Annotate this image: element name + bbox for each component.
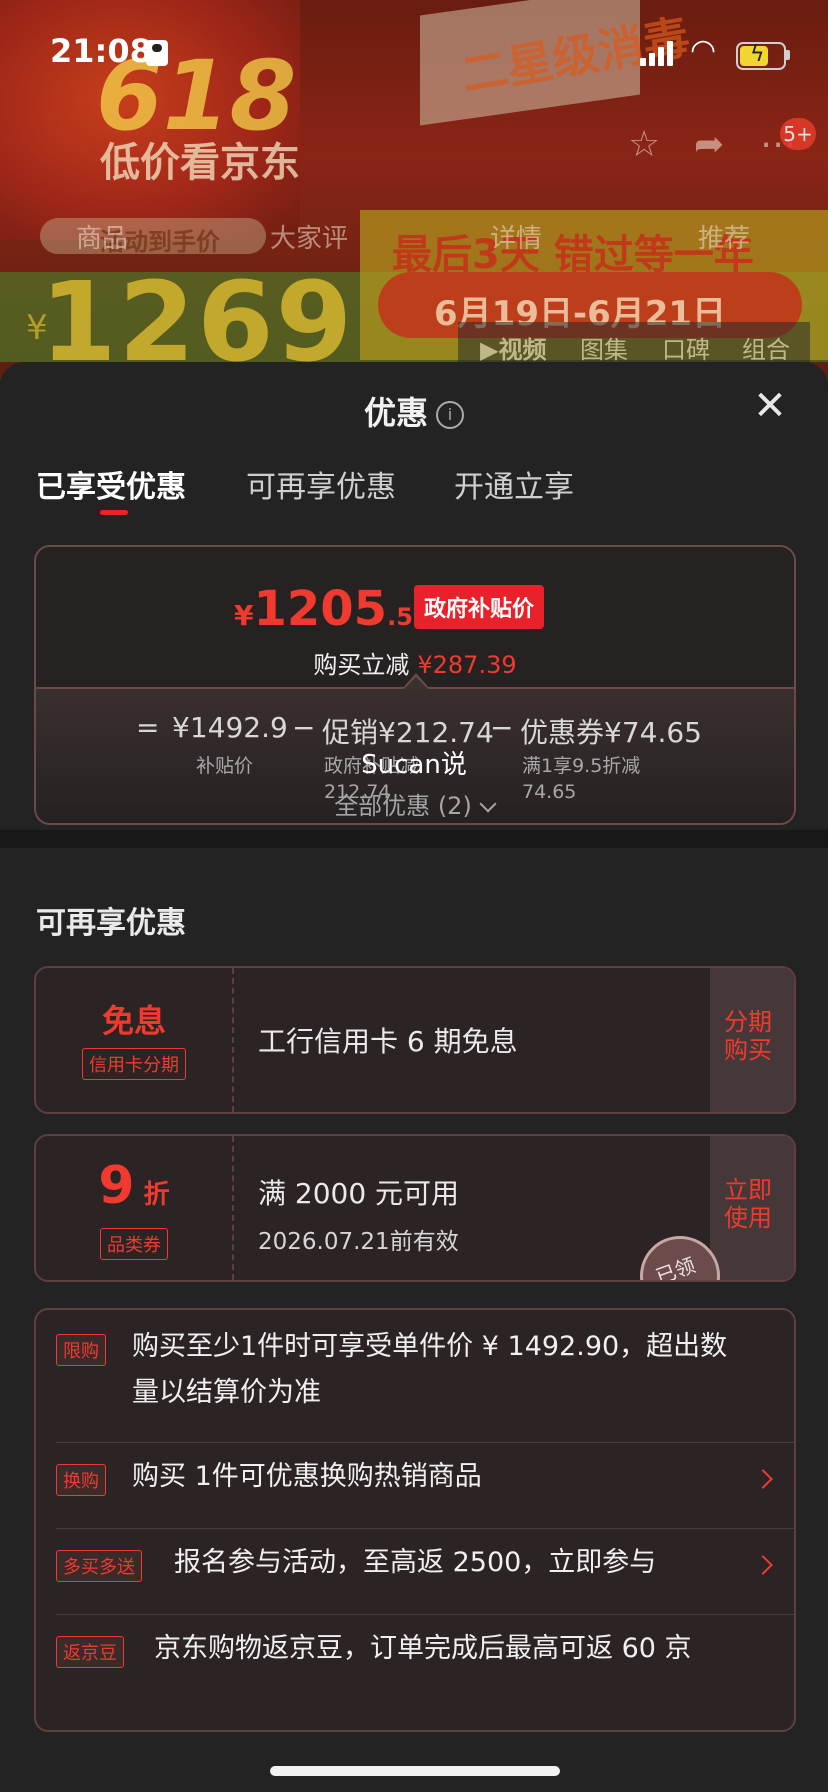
offer-rules-list: 限购 购买至少1件时可享受单件价 ¥ 1492.90，超出数 量以结算价为准 换… bbox=[34, 1308, 796, 1732]
chevron-right-icon bbox=[753, 1469, 773, 1489]
tab-active-indicator bbox=[100, 510, 128, 515]
all-offers-label: 全部优惠 (2) bbox=[334, 792, 472, 820]
rule-text: 购买 1件可优惠换购热销商品 bbox=[132, 1461, 482, 1492]
media-tab-gallery[interactable]: 图集 bbox=[580, 330, 628, 365]
rule-text: 报名参与活动，至高返 2500，立即参与 bbox=[174, 1547, 657, 1578]
all-offers-toggle[interactable]: 全部优惠 (2) bbox=[0, 786, 828, 821]
top-tab-details[interactable]: 详情 bbox=[490, 218, 542, 255]
share-icon[interactable]: ➦ bbox=[694, 124, 724, 165]
section-title: 可再享优惠 bbox=[36, 906, 186, 941]
offer-left-tag-wrap: 信用卡分期 bbox=[36, 1048, 232, 1080]
rule-text-line-2: 量以结算价为准 bbox=[132, 1377, 321, 1408]
discount-unit: 折 bbox=[143, 1180, 170, 1210]
final-price-integer: 1205 bbox=[253, 581, 388, 637]
chevron-down-icon bbox=[479, 795, 497, 813]
discount-value: 9 折 bbox=[36, 1156, 232, 1216]
offer-left-tag-wrap: 品类券 bbox=[36, 1228, 232, 1260]
rule-jd-beans: 返京豆 京东购物返京豆，订单完成后最高可返 60 京 bbox=[56, 1626, 776, 1686]
price-summary-card: ¥1205.51 政府补贴价 购买立减 ¥287.39 = ¥1492.9 − 促… bbox=[34, 545, 796, 825]
summary-top: ¥1205.51 政府补贴价 购买立减 ¥287.39 bbox=[36, 547, 794, 687]
rule-tag: 换购 bbox=[56, 1464, 106, 1496]
formula-equals: = bbox=[136, 711, 160, 744]
battery-icon: ϟ bbox=[736, 42, 786, 70]
final-price-currency: ¥ bbox=[234, 599, 254, 632]
gov-subsidy-tag: 政府补贴价 bbox=[414, 585, 545, 629]
tab-enjoyed[interactable]: 已享受优惠 bbox=[36, 462, 186, 506]
offer-main-text: 满 2000 元可用 bbox=[258, 1177, 460, 1210]
section-separator bbox=[0, 830, 828, 848]
use-now-button[interactable]: 立即使用 bbox=[710, 1136, 794, 1280]
close-button[interactable]: ✕ bbox=[748, 384, 792, 428]
sheet-title-row: 优惠 i bbox=[0, 388, 828, 434]
media-tab-bundle[interactable]: 组合 bbox=[742, 330, 790, 365]
reduction-label: 购买立减 bbox=[313, 651, 410, 679]
media-tab-video[interactable]: ▶视频 bbox=[480, 330, 546, 365]
offer-left-title: 免息 bbox=[101, 1002, 166, 1040]
offers-sheet: 优惠 i ✕ 已享受优惠 可再享优惠 开通立享 ¥1205.51 政府补贴价 购买… bbox=[0, 362, 828, 1792]
top-tab-reviews[interactable]: 大家评 bbox=[270, 218, 348, 255]
use-now-label: 立即使用 bbox=[724, 1176, 772, 1232]
rule-text-line-1: 购买至少1件时可享受单件价 ¥ 1492.90，超出数 bbox=[132, 1331, 728, 1362]
status-bar: 21:08 ◠ ϟ bbox=[0, 0, 828, 100]
claimed-stamp-text: 已领 bbox=[652, 1252, 699, 1282]
chevron-right-icon bbox=[753, 1555, 773, 1575]
rule-tag: 多买多送 bbox=[56, 1550, 142, 1582]
tab-open-now[interactable]: 开通立享 bbox=[454, 462, 574, 506]
rule-text: 京东购物返京豆，订单完成后最高可返 60 京 bbox=[154, 1633, 692, 1664]
formula-minus-1: − bbox=[292, 711, 316, 744]
offer-left-tag: 信用卡分期 bbox=[82, 1048, 186, 1080]
rule-divider bbox=[56, 1614, 794, 1615]
tab-more-offers[interactable]: 可再享优惠 bbox=[246, 462, 396, 506]
top-tab-goods[interactable]: 商品 bbox=[76, 218, 128, 255]
rule-text: 购买至少1件时可享受单件价 ¥ 1492.90，超出数 量以结算价为准 bbox=[132, 1324, 782, 1416]
discount-number: 9 bbox=[98, 1156, 135, 1216]
offer-main-text: 工行信用卡 6 期免息 bbox=[258, 1025, 518, 1058]
offer-card-installment[interactable]: 免息 信用卡分期 工行信用卡 6 期免息 分期购买 bbox=[34, 966, 796, 1114]
rule-exchange[interactable]: 换购 购买 1件可优惠换购热销商品 bbox=[56, 1454, 776, 1514]
offer-expiry: 2026.07.21前有效 bbox=[258, 1229, 459, 1255]
watermark: Sucan说 bbox=[361, 750, 467, 780]
formula-minus-2: − bbox=[490, 711, 514, 744]
offer-left: 免息 信用卡分期 bbox=[36, 968, 232, 1112]
top-tab-recommend[interactable]: 推荐 bbox=[698, 218, 750, 255]
home-indicator bbox=[270, 1766, 560, 1776]
media-tab-reputation[interactable]: 口碑 bbox=[662, 330, 710, 365]
rule-divider bbox=[56, 1528, 794, 1529]
installment-buy-button[interactable]: 分期购买 bbox=[710, 968, 794, 1112]
claimed-stamp: 已领 bbox=[640, 1236, 720, 1282]
rule-limit: 限购 购买至少1件时可享受单件价 ¥ 1492.90，超出数 量以结算价为准 bbox=[56, 1324, 776, 1424]
offer-dash-divider bbox=[232, 1136, 234, 1280]
info-icon[interactable]: i bbox=[436, 401, 464, 429]
offer-card-coupon[interactable]: 9 折 品类券 满 2000 元可用 2026.07.21前有效 立即使用 已领 bbox=[34, 1134, 796, 1282]
status-time: 21:08 bbox=[50, 32, 152, 70]
rule-tag: 限购 bbox=[56, 1334, 106, 1366]
offer-left: 9 折 品类券 bbox=[36, 1136, 232, 1280]
promo-sub-text: 低价看京东 bbox=[100, 140, 300, 186]
wifi-icon: ◠ bbox=[690, 33, 717, 68]
rule-buy-more[interactable]: 多买多送 报名参与活动，至高返 2500，立即参与 bbox=[56, 1540, 776, 1600]
formula-base-price: ¥1492.9 bbox=[172, 711, 288, 744]
final-price: ¥1205.51 bbox=[234, 581, 430, 637]
id-card-icon bbox=[146, 40, 168, 66]
battery-tip bbox=[786, 50, 790, 60]
message-badge: 5+ bbox=[780, 118, 816, 150]
reduction-amount: ¥287.39 bbox=[417, 651, 517, 679]
divider-notch-inner bbox=[404, 677, 428, 689]
rule-divider bbox=[56, 1442, 794, 1443]
cellular-signal-icon bbox=[640, 40, 676, 66]
installment-buy-label: 分期购买 bbox=[724, 1008, 772, 1064]
close-icon: ✕ bbox=[753, 383, 787, 429]
star-icon[interactable]: ☆ bbox=[628, 124, 660, 165]
rule-tag: 返京豆 bbox=[56, 1636, 124, 1668]
offer-left-tag: 品类券 bbox=[100, 1228, 168, 1260]
media-tabbar: ▶视频 图集 口碑 组合 bbox=[458, 322, 810, 366]
sheet-title: 优惠 bbox=[363, 394, 428, 432]
offer-dash-divider bbox=[232, 968, 234, 1112]
